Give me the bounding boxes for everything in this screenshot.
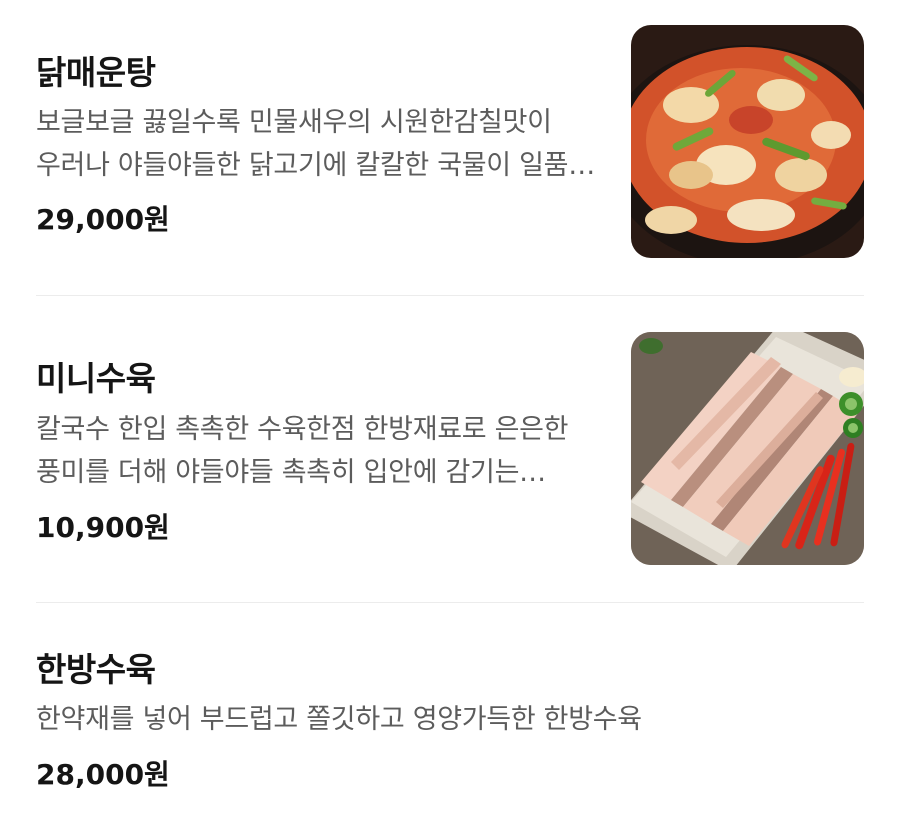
boiled-pork-slices-photo xyxy=(631,332,864,565)
menu-item-name: 닭매운탕 xyxy=(36,53,156,92)
menu-item-photo[interactable] xyxy=(631,332,864,565)
menu-item-dakmaeuntang[interactable]: 닭매운탕 보글보글 끓일수록 민물새우의 시원한감칠맛이 우러나 야들야들한 닭… xyxy=(36,0,864,295)
menu-item-description: 칼국수 한입 촉촉한 수육한점 한방재료로 은은한 풍미를 더해 야들야들 촉촉… xyxy=(36,414,569,488)
menu-item-description: 보글보글 끓일수록 민물새우의 시원한감칠맛이 우러나 야들야들한 닭고기에 칼… xyxy=(36,107,593,181)
menu-item-description: 한약재를 넣어 부드럽고 쫄깃하고 영양가득한 한방수육 xyxy=(36,704,642,735)
menu-list: 닭매운탕 보글보글 끓일수록 민물새우의 시원한감칠맛이 우러나 야들야들한 닭… xyxy=(0,0,900,818)
menu-item-price: 28,000원 xyxy=(36,758,170,791)
menu-item-name: 한방수육 xyxy=(36,650,156,689)
menu-item-hanbangsuyuk[interactable]: 한방수육 한약재를 넣어 부드럽고 쫄깃하고 영양가득한 한방수육 28,000… xyxy=(36,603,864,818)
menu-item-minisuyuk[interactable]: 미니수육 칼국수 한입 촉촉한 수육한점 한방재료로 은은한 풍미를 더해 야들… xyxy=(36,296,864,602)
menu-item-photo[interactable] xyxy=(631,25,864,258)
menu-item-price: 10,900원 xyxy=(36,511,170,544)
spicy-chicken-stew-photo xyxy=(631,25,864,258)
menu-item-price: 29,000원 xyxy=(36,203,170,236)
menu-item-name: 미니수육 xyxy=(36,359,156,398)
